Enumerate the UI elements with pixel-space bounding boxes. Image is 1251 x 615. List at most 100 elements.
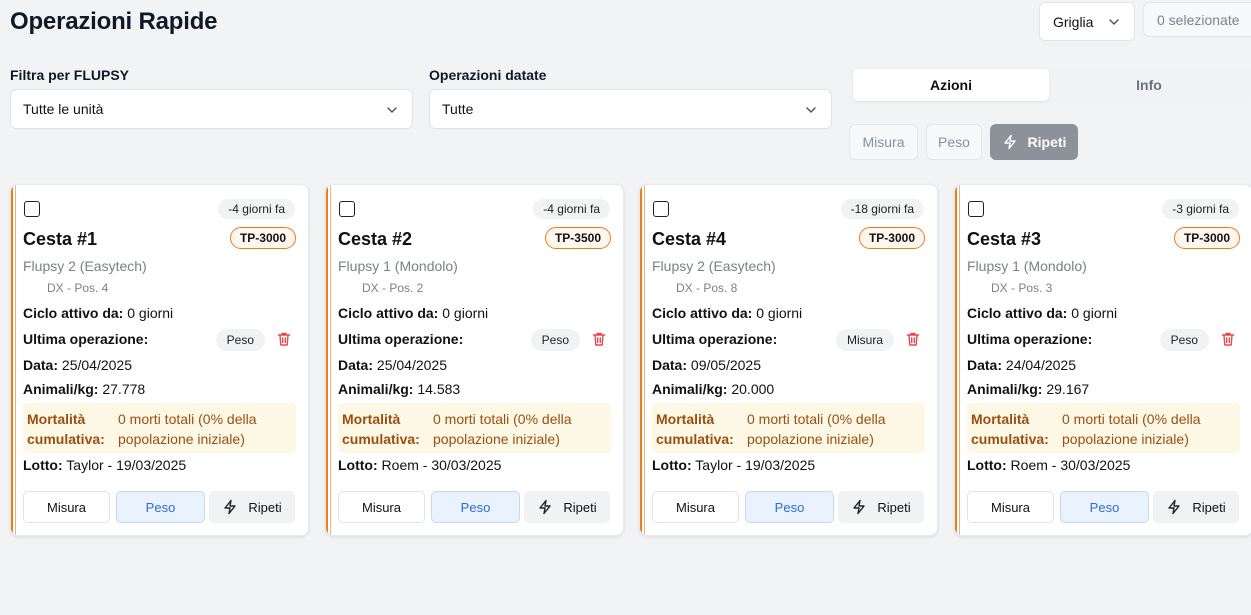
lightning-icon — [1003, 134, 1016, 150]
accent-stripe — [955, 185, 960, 535]
misura-button[interactable]: Misura — [338, 491, 425, 523]
cycle-row: Ciclo attivo da: 0 giorni — [967, 305, 1117, 321]
peso-button[interactable]: Peso — [745, 491, 834, 523]
mortality-label: Mortalità cumulativa: — [27, 411, 105, 447]
basket-type-badge: TP-3000 — [858, 227, 925, 249]
animals-value: 29.167 — [1046, 381, 1090, 397]
cycle-label: Ciclo attivo da: — [652, 305, 753, 321]
date-label: Data: — [23, 357, 59, 373]
dated-filter-select[interactable]: Tutte — [429, 89, 832, 129]
mortality-label: Mortalità cumulativa: — [656, 411, 734, 447]
flupsy-name: Flupsy 2 (Easytech) — [652, 258, 776, 274]
mortality-label: Mortalità cumulativa: — [342, 411, 420, 447]
mortality-value: 0 morti totali (0% della popolazione ini… — [1062, 411, 1201, 447]
bulk-misura-button[interactable]: Misura — [849, 124, 918, 160]
animals-row: Animali/kg: 14.583 — [338, 381, 460, 397]
basket-type-badge: TP-3000 — [1173, 227, 1240, 249]
date-value: 25/04/2025 — [376, 357, 447, 373]
lot-value: Taylor - 19/03/2025 — [695, 457, 816, 473]
selected-count: 0 selezionate — [1143, 2, 1251, 37]
peso-button[interactable]: Peso — [1060, 491, 1149, 523]
ripeti-button[interactable]: Ripeti — [838, 491, 924, 523]
animals-row: Animali/kg: 27.778 — [23, 381, 145, 397]
date-value: 24/04/2025 — [1005, 357, 1076, 373]
cycle-value: 0 giorni — [756, 305, 803, 321]
ripeti-button[interactable]: Ripeti — [209, 491, 295, 523]
misura-button[interactable]: Misura — [23, 491, 110, 523]
basket-card: -4 giorni fa Cesta #1 TP-3000 Flupsy 2 (… — [10, 184, 309, 536]
view-mode-select[interactable]: Griglia — [1039, 2, 1135, 41]
ripeti-label: Ripeti — [1192, 499, 1226, 515]
cycle-row: Ciclo attivo da: 0 giorni — [23, 305, 173, 321]
basket-name: Cesta #1 — [23, 229, 98, 249]
basket-name: Cesta #4 — [652, 229, 727, 249]
time-ago-badge: -4 giorni fa — [533, 199, 610, 219]
basket-position: DX - Pos. 3 — [991, 281, 1053, 295]
lightning-icon — [1168, 499, 1181, 515]
date-value: 25/04/2025 — [61, 357, 132, 373]
date-label: Data: — [338, 357, 374, 373]
select-checkbox[interactable] — [339, 201, 355, 217]
trash-icon[interactable] — [905, 331, 921, 347]
date-value: 09/05/2025 — [690, 357, 761, 373]
flupsy-name: Flupsy 2 (Easytech) — [23, 258, 147, 274]
flupsy-filter-label: Filtra per FLUPSY — [10, 67, 130, 83]
last-op-label: Ultima operazione: — [23, 331, 149, 347]
bulk-ripeti-button[interactable]: Ripeti — [990, 124, 1078, 160]
tab-info[interactable]: Info — [1051, 69, 1247, 101]
trash-icon[interactable] — [276, 331, 292, 347]
last-op-label: Ultima operazione: — [338, 331, 464, 347]
trash-icon[interactable] — [591, 331, 607, 347]
basket-name: Cesta #2 — [338, 229, 413, 249]
basket-card: -3 giorni fa Cesta #3 TP-3000 Flupsy 1 (… — [954, 184, 1251, 536]
mortality-value: 0 morti totali (0% della popolazione ini… — [747, 411, 886, 447]
animals-row: Animali/kg: 20.000 — [652, 381, 774, 397]
lot-label: Lotto: — [652, 457, 692, 473]
ripeti-button[interactable]: Ripeti — [1153, 491, 1239, 523]
cycle-value: 0 giorni — [442, 305, 489, 321]
misura-button[interactable]: Misura — [652, 491, 739, 523]
animals-value: 27.778 — [102, 381, 146, 397]
basket-position: DX - Pos. 4 — [47, 281, 109, 295]
cycle-value: 0 giorni — [1071, 305, 1118, 321]
date-row: Data: 24/04/2025 — [967, 357, 1076, 373]
chevron-down-icon — [806, 107, 816, 113]
ripeti-label: Ripeti — [877, 499, 911, 515]
flupsy-filter-select[interactable]: Tutte le unità — [10, 89, 413, 129]
select-checkbox[interactable] — [968, 201, 984, 217]
cycle-value: 0 giorni — [127, 305, 174, 321]
dated-filter-value: Tutte — [442, 101, 474, 117]
basket-name: Cesta #3 — [967, 229, 1042, 249]
lot-label: Lotto: — [967, 457, 1007, 473]
lot-row: Lotto: Roem - 30/03/2025 — [967, 457, 1130, 473]
tab-azioni[interactable]: Azioni — [853, 69, 1049, 101]
mortality-box: Mortalità cumulativa: 0 morti totali (0%… — [652, 403, 925, 453]
peso-button[interactable]: Peso — [431, 491, 520, 523]
lot-value: Roem - 30/03/2025 — [381, 457, 502, 473]
cycle-label: Ciclo attivo da: — [23, 305, 124, 321]
date-label: Data: — [967, 357, 1003, 373]
date-row: Data: 09/05/2025 — [652, 357, 761, 373]
cycle-row: Ciclo attivo da: 0 giorni — [652, 305, 802, 321]
ripeti-button[interactable]: Ripeti — [524, 491, 610, 523]
accent-stripe — [640, 185, 645, 535]
peso-button[interactable]: Peso — [116, 491, 205, 523]
misura-button[interactable]: Misura — [967, 491, 1054, 523]
basket-card: -18 giorni fa Cesta #4 TP-3000 Flupsy 2 … — [639, 184, 938, 536]
lot-label: Lotto: — [338, 457, 378, 473]
trash-icon[interactable] — [1220, 331, 1236, 347]
flupsy-filter-value: Tutte le unità — [23, 101, 104, 117]
last-op-badge: Misura — [835, 329, 894, 351]
view-mode-value: Griglia — [1053, 13, 1094, 30]
last-op-label: Ultima operazione: — [652, 331, 778, 347]
select-checkbox[interactable] — [653, 201, 669, 217]
select-checkbox[interactable] — [24, 201, 40, 217]
cycle-label: Ciclo attivo da: — [967, 305, 1068, 321]
chevron-down-icon — [387, 107, 397, 113]
mortality-box: Mortalità cumulativa: 0 morti totali (0%… — [967, 403, 1240, 453]
mortality-value: 0 morti totali (0% della popolazione ini… — [433, 411, 572, 447]
cycle-label: Ciclo attivo da: — [338, 305, 439, 321]
mortality-value: 0 morti totali (0% della popolazione ini… — [118, 411, 257, 447]
animals-value: 20.000 — [731, 381, 775, 397]
bulk-peso-button[interactable]: Peso — [926, 124, 982, 160]
